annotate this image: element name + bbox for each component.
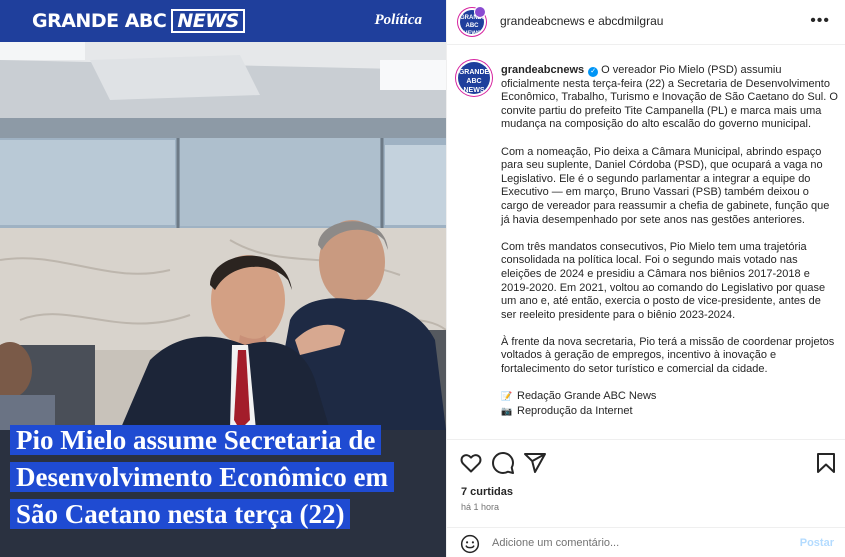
emoji-icon[interactable] [460, 534, 480, 554]
credit-text: Reprodução da Internet [517, 404, 633, 417]
brand-logo-text: GRANDE ABC [32, 10, 167, 32]
post-timestamp[interactable]: há 1 hora [461, 502, 499, 512]
media-headline-text: Pio Mielo assume Secretaria de Desenvolv… [10, 425, 394, 529]
credit-line: 📝 Redação Grande ABC News [501, 390, 839, 404]
post-authors[interactable]: grandeabcnews e abcdmilgrau [500, 14, 663, 28]
more-horizontal-icon[interactable]: ••• [810, 12, 830, 30]
collab-avatar[interactable] [474, 6, 486, 18]
post-header: GRANDE ABC NEWS grandeabcnews e abcdmilg… [447, 0, 845, 45]
post-details-panel: GRANDE ABC NEWS grandeabcnews e abcdmilg… [446, 0, 845, 557]
brand-logo: GRANDE ABC NEWS [32, 9, 245, 33]
heart-icon[interactable] [459, 451, 483, 475]
brand-logo-badge: NEWS [171, 9, 245, 33]
post-caption: grandeabcnews ✓ O vereador Pio Mielo (PSD)… [501, 64, 839, 419]
verified-badge-icon: ✓ [588, 67, 599, 77]
caption-avatar[interactable]: GRANDE ABC NEWS [458, 62, 490, 94]
share-icon[interactable] [523, 451, 547, 475]
action-bar [447, 448, 845, 478]
comment-bar: Postar [447, 527, 845, 557]
memo-icon: 📝 [501, 391, 513, 402]
caption-paragraph: grandeabcnews ✓ O vereador Pio Mielo (PSD)… [501, 64, 839, 132]
media-headline: Pio Mielo assume Secretaria de Desenvolv… [10, 422, 430, 533]
likes-count[interactable]: 7 curtidas [461, 486, 513, 498]
media-brand-bar: GRANDE ABC NEWS Política [0, 0, 446, 42]
caption-scroll-area[interactable]: GRANDE ABC NEWS grandeabcnews ✓ O vereador… [447, 46, 845, 440]
credit-line: 📷 Reprodução da Internet [501, 405, 839, 419]
credit-text: Redação Grande ABC News [517, 390, 657, 403]
post-comment-button[interactable]: Postar [800, 537, 834, 549]
comment-input[interactable] [492, 535, 792, 551]
caption-paragraph: Com três mandatos consecutivos, Pio Miel… [501, 240, 826, 321]
caption-paragraph: À frente da nova secretaria, Pio terá a … [501, 335, 835, 376]
comment-icon[interactable] [491, 451, 515, 475]
caption-paragraph: Com a nomeação, Pio deixa a Câmara Munic… [501, 145, 830, 226]
section-label: Política [374, 12, 423, 28]
post-media[interactable]: GRANDE ABC NEWS Política Pio Mielo assume… [0, 0, 446, 557]
bookmark-icon[interactable] [814, 451, 838, 475]
caption-username[interactable]: grandeabcnews [501, 64, 584, 76]
camera-icon: 📷 [501, 405, 513, 416]
